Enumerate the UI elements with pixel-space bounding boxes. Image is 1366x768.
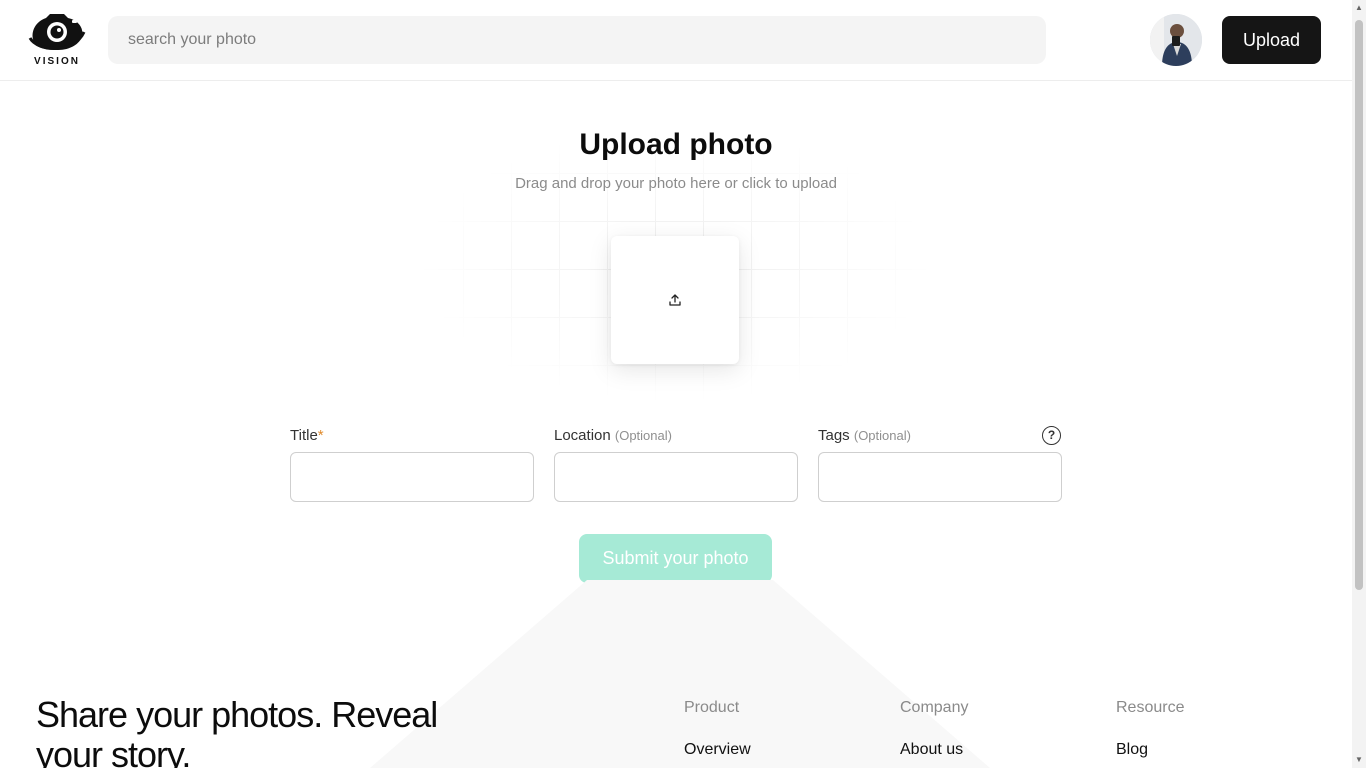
- footer-link-about-us[interactable]: About us: [900, 741, 963, 759]
- location-label: Location (Optional): [554, 427, 672, 444]
- logo-text: VISION: [34, 56, 80, 67]
- tags-field[interactable]: [818, 452, 1062, 502]
- footer-heading-resource: Resource: [1116, 699, 1185, 716]
- camera-logo-icon: [28, 14, 86, 51]
- location-field[interactable]: [554, 452, 798, 502]
- page-title: Upload photo: [579, 128, 773, 161]
- footer-heading-company: Company: [900, 699, 969, 716]
- scroll-thumb[interactable]: [1355, 20, 1363, 590]
- photo-dropzone[interactable]: [611, 236, 739, 364]
- submit-photo-button[interactable]: Submit your photo: [579, 534, 772, 583]
- title-field[interactable]: [290, 452, 534, 502]
- footer-tagline: Share your photos. Reveal your story.: [36, 694, 438, 768]
- tags-label: Tags (Optional): [818, 427, 911, 444]
- question-circle-icon[interactable]: ?: [1042, 426, 1061, 445]
- footer-link-blog[interactable]: Blog: [1116, 741, 1148, 759]
- footer-link-overview[interactable]: Overview: [684, 741, 751, 759]
- location-label-text: Location: [554, 427, 611, 444]
- search-input[interactable]: [108, 16, 1046, 64]
- scroll-down-arrow-icon[interactable]: ▼: [1355, 756, 1363, 764]
- scroll-up-arrow-icon[interactable]: ▲: [1355, 4, 1363, 12]
- tags-label-text: Tags: [818, 427, 850, 444]
- avatar[interactable]: [1150, 14, 1202, 66]
- vision-logo[interactable]: VISION: [28, 12, 86, 68]
- title-label: Title*: [290, 427, 324, 444]
- user-avatar-icon: [1150, 14, 1202, 66]
- footer-heading-product: Product: [684, 699, 740, 716]
- top-header: VISION Upload: [0, 0, 1352, 81]
- tags-optional-hint: (Optional): [853, 428, 911, 443]
- required-mark: *: [317, 427, 324, 444]
- title-label-text: Title: [290, 427, 318, 444]
- page-scrollbar[interactable]: ▲ ▼: [1352, 0, 1366, 768]
- upload-icon: [669, 294, 681, 306]
- location-optional-hint: (Optional): [614, 428, 672, 443]
- upload-button[interactable]: Upload: [1222, 16, 1321, 64]
- upload-subtitle: Drag and drop your photo here or click t…: [515, 175, 837, 192]
